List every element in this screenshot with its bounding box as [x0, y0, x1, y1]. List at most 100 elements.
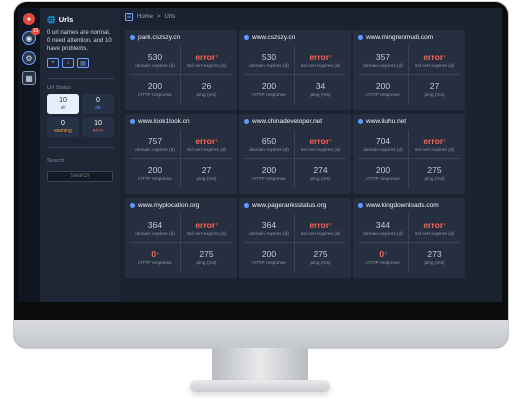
domain-expires-value: 364 [261, 219, 277, 230]
domain-expires-cell: 344 domain expires (d) [358, 214, 409, 243]
http-response-cell: 200 HTTP response [130, 75, 181, 104]
error-count-badge: 10 [31, 28, 40, 35]
alert-icon: ! [330, 221, 332, 227]
url-name[interactable]: www.pageranksstatus.org [252, 202, 326, 209]
url-card[interactable]: www.look1look.cn 757 domain expires (d) … [125, 114, 237, 194]
http-response-value: 200 [375, 81, 391, 91]
url-name[interactable]: www.cszszy.cn [252, 34, 295, 41]
status-dot-icon [130, 203, 135, 208]
nav-settings-button[interactable]: ⚙ [22, 51, 36, 65]
breadcrumb-separator: > [157, 13, 161, 20]
ping-value: 34 [315, 81, 326, 91]
domain-expires-cell: 757 domain expires (d) [130, 130, 181, 159]
ssl-expires-label: ssl cert expires (d) [414, 147, 455, 153]
globe-icon: 🌐 [47, 16, 56, 24]
filter-all[interactable]: 10 all [47, 94, 79, 114]
url-name[interactable]: park.cszszy.cn [138, 34, 180, 41]
search-input[interactable] [47, 170, 113, 182]
url-card[interactable]: park.cszszy.cn 530 domain expires (d) er… [125, 30, 237, 110]
ssl-expires-value: error! [309, 136, 331, 146]
url-card[interactable]: www.chinadeveloper.net 650 domain expire… [239, 114, 351, 194]
url-card[interactable]: www.cszszy.cn 530 domain expires (d) err… [239, 30, 351, 110]
status-dot-icon [358, 119, 363, 124]
domain-expires-cell: 530 domain expires (d) [130, 46, 181, 75]
filter-error-label: error [92, 128, 104, 134]
document-icon: ▤ [80, 60, 86, 67]
filter-ok-count: 0 [96, 97, 100, 104]
url-card[interactable]: www.liuhu.net 704 domain expires (d) err… [353, 114, 465, 194]
ssl-expires-cell: error! ssl cert expires (d) [295, 214, 346, 243]
ssl-error-text: error [423, 135, 444, 146]
url-card-header: www.cszszy.cn [244, 34, 346, 41]
ssl-expires-label: ssl cert expires (d) [414, 63, 455, 69]
monitor-stand-base [190, 380, 330, 392]
url-metrics: 530 domain expires (d) error! ssl cert e… [130, 46, 232, 104]
url-name[interactable]: www.mingrenmudi.com [366, 34, 433, 41]
http-response-value: 200 [261, 165, 277, 175]
domain-expires-cell: 364 domain expires (d) [244, 214, 295, 243]
url-card[interactable]: www.kingdownloads.com 344 domain expires… [353, 198, 465, 278]
url-card[interactable]: www.myplocation.org 364 domain expires (… [125, 198, 237, 278]
url-card-header: www.mingrenmudi.com [358, 34, 460, 41]
http-response-value: 0! [151, 249, 158, 259]
ssl-error-text: error [423, 219, 444, 230]
add-url-button[interactable]: + [47, 58, 59, 68]
alert-icon: ! [444, 137, 446, 143]
sidebar-toggle-icon[interactable]: ☰ [125, 12, 133, 21]
nav-book-button[interactable]: ▦ [22, 71, 36, 85]
domain-expires-value: 364 [147, 219, 163, 230]
ping-value: 27 [201, 165, 212, 175]
domain-expires-label: domain expires (d) [135, 63, 175, 69]
url-name[interactable]: www.myplocation.org [138, 202, 199, 209]
alert-icon: ! [330, 137, 332, 143]
http-response-cell: 200 HTTP response [358, 75, 409, 104]
filter-warning[interactable]: 0 warning [47, 117, 79, 137]
alert-icon: ! [216, 221, 218, 227]
url-card[interactable]: www.mingrenmudi.com 357 domain expires (… [353, 30, 465, 110]
http-response-label: HTTP response [138, 261, 172, 266]
panel-actions: + ↓ ▤ [47, 58, 114, 68]
domain-expires-cell: 704 domain expires (d) [358, 130, 409, 159]
ping-value: 26 [201, 81, 212, 91]
ssl-expires-cell: error! ssl cert expires (d) [181, 214, 232, 243]
filter-error[interactable]: 10 error [82, 117, 114, 137]
ping-cell: 27 ping (ms) [181, 159, 232, 188]
http-response-label: HTTP response [138, 177, 172, 182]
breadcrumb-home[interactable]: Home [137, 14, 153, 20]
url-card-header: www.look1look.cn [130, 118, 232, 125]
ping-cell: 27 ping (ms) [409, 75, 460, 104]
ssl-expires-value: error! [195, 52, 217, 62]
download-button[interactable]: ↓ [62, 58, 74, 68]
divider [47, 147, 114, 148]
domain-expires-cell: 357 domain expires (d) [358, 46, 409, 75]
panel-header: 🌐 Urls [47, 15, 114, 24]
ssl-expires-value: error! [423, 52, 445, 62]
status-summary: 0 url names are normal, 0 need attention… [47, 30, 112, 52]
http-response-label: HTTP response [366, 177, 400, 182]
url-name[interactable]: www.kingdownloads.com [366, 202, 439, 209]
url-card[interactable]: www.pageranksstatus.org 364 domain expir… [239, 198, 351, 278]
filter-ok[interactable]: 0 ok [82, 94, 114, 114]
ssl-error-text: error [309, 135, 330, 146]
ping-cell: 275 ping (ms) [181, 243, 232, 272]
url-name[interactable]: www.look1look.cn [138, 118, 190, 125]
app-screen: ● ◉ 10 ⚙ ▦ 🌐 Urls 0 url names are normal… [18, 8, 502, 302]
url-metrics: 344 domain expires (d) error! ssl cert e… [358, 214, 460, 272]
url-card-header: www.kingdownloads.com [358, 202, 460, 209]
url-metrics: 364 domain expires (d) error! ssl cert e… [244, 214, 346, 272]
http-error-text: 0 [379, 249, 385, 259]
alert-icon: ! [385, 251, 387, 256]
user-avatar[interactable]: ● [23, 13, 35, 25]
ping-cell: 273 ping (ms) [409, 243, 460, 272]
domain-expires-value: 757 [147, 135, 163, 146]
http-response-label: HTTP response [138, 93, 172, 98]
url-name[interactable]: www.chinadeveloper.net [252, 118, 322, 125]
ssl-expires-value: error! [195, 220, 217, 230]
export-button[interactable]: ▤ [77, 58, 89, 68]
url-name[interactable]: www.liuhu.net [366, 118, 406, 125]
ping-label: ping (ms) [196, 93, 217, 98]
nav-globe-button[interactable]: ◉ 10 [22, 28, 40, 45]
http-response-label: HTTP response [252, 93, 286, 98]
ssl-error-text: error [309, 51, 330, 62]
http-response-cell: 0! HTTP response [130, 243, 181, 272]
